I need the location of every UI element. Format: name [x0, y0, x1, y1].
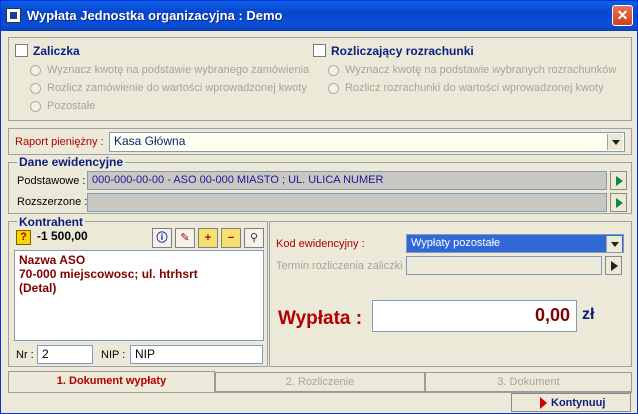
rozszerzone-arrow-icon[interactable]: [610, 193, 627, 212]
kod-select[interactable]: Wypłaty pozostałe: [406, 234, 624, 253]
window-title: Wypłata Jednostka organizacyjna : Demo: [27, 8, 283, 23]
rozszerzone-label: Rozszerzone :: [17, 196, 88, 208]
termin-input[interactable]: [406, 256, 602, 275]
zaliczka-option-2-label: Rozlicz zamówienie do wartości wprowadzo…: [47, 82, 307, 94]
tab-rozliczenie[interactable]: 2. Rozliczenie: [215, 372, 425, 392]
continue-button[interactable]: Kontynuuj: [511, 393, 631, 412]
rozrachunki-label: Rozliczający rozrachunki: [331, 44, 474, 58]
rozrachunki-option-2-radio[interactable]: [328, 83, 339, 94]
zaliczka-label: Zaliczka: [33, 44, 80, 58]
rozszerzone-field[interactable]: [87, 193, 607, 212]
zaliczka-option-1-radio[interactable]: [30, 65, 41, 76]
kontrahent-type: (Detal): [19, 281, 57, 295]
raport-value: Kasa Główna: [114, 134, 186, 148]
dane-legend: Dane ewidencyjne: [17, 155, 126, 169]
dane-panel: Dane ewidencyjne Podstawowe : 000-000-00…: [8, 155, 632, 214]
wyplata-amount-input[interactable]: 0,00: [372, 300, 577, 332]
podstawowe-field[interactable]: 000-000-00-00 - ASO 00-000 MIASTO ; UL. …: [87, 171, 607, 190]
remove-icon[interactable]: −: [221, 228, 241, 248]
kontrahent-address: 70-000 miejscowosc; ul. htrhsrt: [19, 267, 198, 281]
raport-panel: Raport pieniężny : Kasa Główna: [8, 128, 632, 155]
currency-label: zł: [582, 306, 595, 323]
rozrachunki-checkbox[interactable]: [313, 44, 326, 57]
payment-panel: Kod ewidencyjny : Wypłaty pozostałe Term…: [269, 221, 632, 367]
help-icon[interactable]: ?: [16, 230, 31, 245]
nip-input[interactable]: NIP: [130, 345, 263, 364]
nr-input[interactable]: 2: [37, 345, 93, 364]
title-bar[interactable]: Wypłata Jednostka organizacyjna : Demo ✕: [1, 1, 637, 31]
tab-dokument[interactable]: 3. Dokument: [425, 372, 632, 392]
kontrahent-name: Nazwa ASO: [19, 253, 86, 267]
raport-label: Raport pieniężny :: [15, 136, 104, 148]
rozrachunki-option-2-label: Rozlicz rozrachunki do wartości wprowadz…: [345, 82, 604, 94]
kontrahent-balance: -1 500,00: [37, 229, 88, 243]
rozrachunki-option-1-radio[interactable]: [328, 65, 339, 76]
chevron-down-icon[interactable]: [606, 236, 622, 252]
play-icon: [540, 397, 547, 409]
add-icon[interactable]: +: [198, 228, 218, 248]
raport-select[interactable]: Kasa Główna: [109, 132, 625, 152]
dialog-window: Wypłata Jednostka organizacyjna : Demo ✕…: [0, 0, 638, 414]
kod-value: Wypłaty pozostałe: [411, 237, 501, 249]
wyplata-label: Wypłata :: [278, 308, 363, 329]
continue-label: Kontynuuj: [551, 397, 606, 409]
options-panel: Zaliczka Wyznacz kwotę na podstawie wybr…: [8, 37, 632, 121]
zaliczka-option-2-radio[interactable]: [30, 83, 41, 94]
close-button[interactable]: ✕: [612, 5, 633, 26]
app-icon: [6, 8, 21, 23]
zaliczka-option-3-radio[interactable]: [30, 101, 41, 112]
nr-label: Nr :: [16, 349, 34, 361]
podstawowe-arrow-icon[interactable]: [610, 171, 627, 190]
kontrahent-legend: Kontrahent: [17, 215, 85, 229]
chevron-down-icon[interactable]: [607, 134, 623, 150]
tab-dokument-wyplaty[interactable]: 1. Dokument wypłaty: [8, 371, 215, 393]
kontrahent-panel: Kontrahent ? -1 500,00 ⓘ ✎ + − ⚲ Nazwa A…: [8, 215, 268, 367]
rozrachunki-option-1-label: Wyznacz kwotę na podstawie wybranych roz…: [345, 64, 617, 76]
edit-icon[interactable]: ✎: [175, 228, 195, 248]
kontrahent-address-box[interactable]: Nazwa ASO 70-000 miejscowosc; ul. htrhsr…: [14, 250, 264, 341]
zaliczka-option-3-label: Pozostałe: [47, 100, 96, 112]
podstawowe-label: Podstawowe :: [17, 175, 86, 187]
termin-label: Termin rozliczenia zaliczki :: [276, 260, 409, 272]
termin-arrow-icon[interactable]: [605, 256, 622, 275]
search-icon[interactable]: ⚲: [244, 228, 264, 248]
zaliczka-option-1-label: Wyznacz kwotę na podstawie wybranego zam…: [47, 64, 310, 76]
info-icon[interactable]: ⓘ: [152, 228, 172, 248]
kod-label: Kod ewidencyjny :: [276, 238, 365, 250]
nip-label: NIP :: [101, 349, 126, 361]
zaliczka-checkbox[interactable]: [15, 44, 28, 57]
